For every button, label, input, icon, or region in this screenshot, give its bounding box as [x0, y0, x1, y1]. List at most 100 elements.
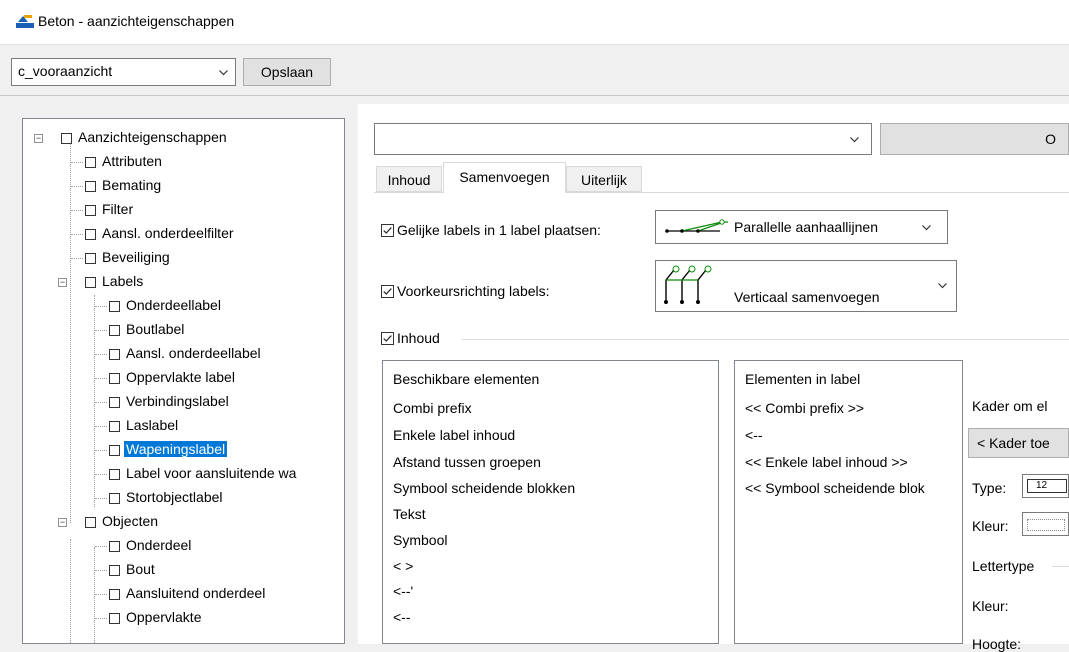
chevron-down-icon — [938, 283, 947, 289]
tree-item-objecten[interactable]: − Objecten — [23, 513, 343, 533]
list-item[interactable]: Enkele label inhoud — [393, 427, 515, 443]
tree-item-aansluitend-onderdeel[interactable]: Aansluitend onderdeel — [23, 585, 343, 605]
tree-item-wapeningslabel[interactable]: Wapeningslabel — [23, 441, 343, 461]
app-icon — [16, 15, 34, 28]
tree-item-aansl-onderdeellabel[interactable]: Aansl. onderdeellabel — [23, 345, 343, 365]
checkbox[interactable] — [109, 541, 120, 552]
tree-item-onderdeel[interactable]: Onderdeel — [23, 537, 343, 557]
checkbox[interactable] — [61, 133, 72, 144]
preset-value: c_vooraanzicht — [18, 63, 113, 79]
tree-item-boutlabel[interactable]: Boutlabel — [23, 321, 343, 341]
checkbox[interactable] — [109, 493, 120, 504]
tree-root[interactable]: − Aanzichteigenschappen — [23, 129, 343, 149]
list-item[interactable]: < > — [393, 558, 413, 574]
tree-item-stortobjectlabel[interactable]: Stortobjectlabel — [23, 489, 343, 509]
chevron-down-icon — [219, 70, 228, 76]
tree-item-attributen[interactable]: Attributen — [23, 153, 343, 173]
merge-mode-select[interactable]: Parallelle aanhaallijnen — [655, 210, 948, 244]
tree-label: Stortobjectlabel — [126, 489, 223, 505]
chevron-down-icon — [850, 137, 859, 143]
tree-item-bout[interactable]: Bout — [23, 561, 343, 581]
checkbox[interactable] — [109, 397, 120, 408]
available-elements-list[interactable]: Beschikbare elementen Combi prefix Enkel… — [382, 360, 719, 644]
frame-color-select[interactable] — [1022, 512, 1069, 536]
tree-label: Attributen — [102, 153, 162, 169]
collapse-icon[interactable]: − — [34, 134, 43, 143]
load-button-label: O — [1045, 131, 1056, 147]
tree-label: Aanzichteigenschappen — [78, 129, 227, 145]
font-group-line — [1052, 566, 1069, 567]
load-button[interactable]: O — [880, 123, 1069, 155]
tree-item-bemating[interactable]: Bemating — [23, 177, 343, 197]
checkbox[interactable] — [109, 589, 120, 600]
font-color-label: Kleur: — [972, 598, 1009, 614]
tree-item-aansl-onderdeelfilter[interactable]: Aansl. onderdeelfilter — [23, 225, 343, 245]
add-frame-button[interactable]: < Kader toe — [968, 428, 1069, 458]
checkbox[interactable] — [109, 613, 120, 624]
saved-settings-select[interactable] — [374, 123, 872, 155]
tree-item-filter[interactable]: Filter — [23, 201, 343, 221]
tree-item-beveiliging[interactable]: Beveiliging — [23, 249, 343, 269]
save-button[interactable]: Opslaan — [243, 58, 331, 86]
merge-same-checkbox[interactable] — [381, 224, 394, 237]
properties-tree[interactable]: − Aanzichteigenschappen Attributen Bemat… — [22, 118, 345, 644]
checkbox[interactable] — [109, 469, 120, 480]
elements-in-label-list[interactable]: Elementen in label << Combi prefix >> <-… — [734, 360, 963, 644]
list-item[interactable]: <-- — [745, 427, 763, 443]
pref-direction-checkbox[interactable] — [381, 285, 394, 298]
checkbox[interactable] — [109, 301, 120, 312]
checkbox[interactable] — [109, 349, 120, 360]
checkbox[interactable] — [85, 181, 96, 192]
tree-label: Label voor aansluitende wa — [126, 465, 297, 481]
direction-select[interactable]: Verticaal samenvoegen — [655, 260, 957, 312]
height-label: Hoogte: — [972, 636, 1022, 652]
tree-item-labels[interactable]: − Labels — [23, 273, 343, 293]
tree-item-laslabel[interactable]: Laslabel — [23, 417, 343, 437]
direction-value: Verticaal samenvoegen — [734, 289, 880, 305]
tree-label: Oppervlakte — [126, 609, 202, 625]
checkbox[interactable] — [85, 517, 96, 528]
pref-direction-label: Voorkeursrichting labels: — [397, 283, 550, 299]
list-item[interactable]: <--' — [393, 583, 413, 599]
list-item[interactable]: <-- — [393, 609, 411, 625]
checkbox[interactable] — [109, 565, 120, 576]
checkbox[interactable] — [85, 157, 96, 168]
content-checkbox[interactable] — [381, 332, 394, 345]
tree-label: Onderdeel — [126, 537, 192, 553]
tree-item-oppervlakte[interactable]: Oppervlakte — [23, 609, 343, 629]
in-label-header: Elementen in label — [745, 371, 861, 387]
tree-item-label-aansluitende-wapening[interactable]: Label voor aansluitende wa — [23, 465, 343, 485]
checkbox[interactable] — [109, 445, 120, 456]
checkbox[interactable] — [85, 277, 96, 288]
merge-same-label: Gelijke labels in 1 label plaatsen: — [397, 222, 601, 238]
checkbox[interactable] — [85, 229, 96, 240]
checkbox[interactable] — [109, 325, 120, 336]
list-item[interactable]: Tekst — [393, 506, 426, 522]
checkbox[interactable] — [85, 253, 96, 264]
list-item[interactable]: Afstand tussen groepen — [393, 454, 541, 470]
list-item[interactable]: << Combi prefix >> — [745, 400, 864, 416]
checkbox[interactable] — [109, 421, 120, 432]
tab-uiterlijk[interactable]: Uiterlijk — [566, 166, 642, 192]
list-item[interactable]: Symbool scheidende blokken — [393, 480, 575, 496]
tree-label: Aansluitend onderdeel — [126, 585, 266, 601]
tab-inhoud[interactable]: Inhoud — [376, 166, 442, 192]
list-item[interactable]: << Enkele label inhoud >> — [745, 454, 908, 470]
tree-item-verbindingslabel[interactable]: Verbindingslabel — [23, 393, 343, 413]
tree-label: Oppervlakte label — [126, 369, 235, 385]
frame-type-select[interactable]: 12 — [1022, 474, 1069, 498]
tree-label: Aansl. onderdeellabel — [126, 345, 261, 361]
tree-label: Bout — [126, 561, 155, 577]
list-item[interactable]: Combi prefix — [393, 400, 472, 416]
collapse-icon[interactable]: − — [58, 278, 67, 287]
title-divider — [0, 44, 1069, 45]
tree-item-onderdeellabel[interactable]: Onderdeellabel — [23, 297, 343, 317]
list-item[interactable]: Symbool — [393, 532, 447, 548]
list-item[interactable]: << Symbool scheidende blok — [745, 480, 925, 496]
preset-select[interactable]: c_vooraanzicht — [11, 58, 236, 86]
tab-samenvoegen[interactable]: Samenvoegen — [443, 162, 566, 193]
collapse-icon[interactable]: − — [58, 518, 67, 527]
tree-item-oppervlakte-label[interactable]: Oppervlakte label — [23, 369, 343, 389]
checkbox[interactable] — [109, 373, 120, 384]
checkbox[interactable] — [85, 205, 96, 216]
